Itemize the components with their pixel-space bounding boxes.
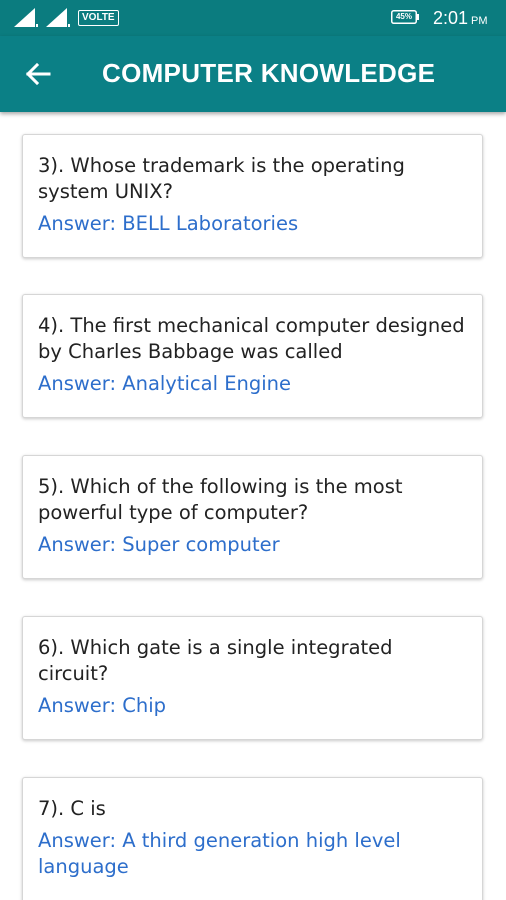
back-button[interactable] [14,52,62,96]
arrow-left-icon [25,62,51,86]
answer-text: Answer: Chip [38,694,167,717]
question-text: 4). The first mechanical computer design… [38,314,465,363]
battery-icon: 45% [391,10,419,24]
question-list[interactable]: 3). Whose trademark is the operating sys… [0,112,506,900]
question-text: 5). Which of the following is the most p… [38,475,403,524]
app-bar: COMPUTER KNOWLEDGE [0,36,506,112]
question-card[interactable]: 4). The first mechanical computer design… [22,294,483,418]
battery-percent: 45% [395,12,412,21]
answer-text: Answer: A third generation high level la… [38,829,401,878]
status-ampm: PM [471,15,488,27]
answer-text: Answer: Analytical Engine [38,372,292,395]
question-text: 3). Whose trademark is the operating sys… [38,154,405,203]
status-bar: VOLTE 45% 2:01 PM [0,0,506,36]
signal-strength-icon [46,8,70,27]
status-clock: 2:01 PM [433,7,488,32]
question-card[interactable]: 7). C is Answer: A third generation high… [22,777,483,900]
question-card[interactable]: 3). Whose trademark is the operating sys… [22,134,483,258]
status-time: 2:01 [433,8,469,28]
question-text: 7). C is [38,797,106,820]
signal-strength-icon [14,8,38,27]
page-title: COMPUTER KNOWLEDGE [102,58,436,88]
question-card[interactable]: 6). Which gate is a single integrated ci… [22,616,483,740]
question-text: 6). Which gate is a single integrated ci… [38,636,393,685]
answer-text: Answer: Super computer [38,533,280,556]
answer-text: Answer: BELL Laboratories [38,212,299,235]
question-card[interactable]: 5). Which of the following is the most p… [22,455,483,579]
volte-badge: VOLTE [78,10,119,26]
